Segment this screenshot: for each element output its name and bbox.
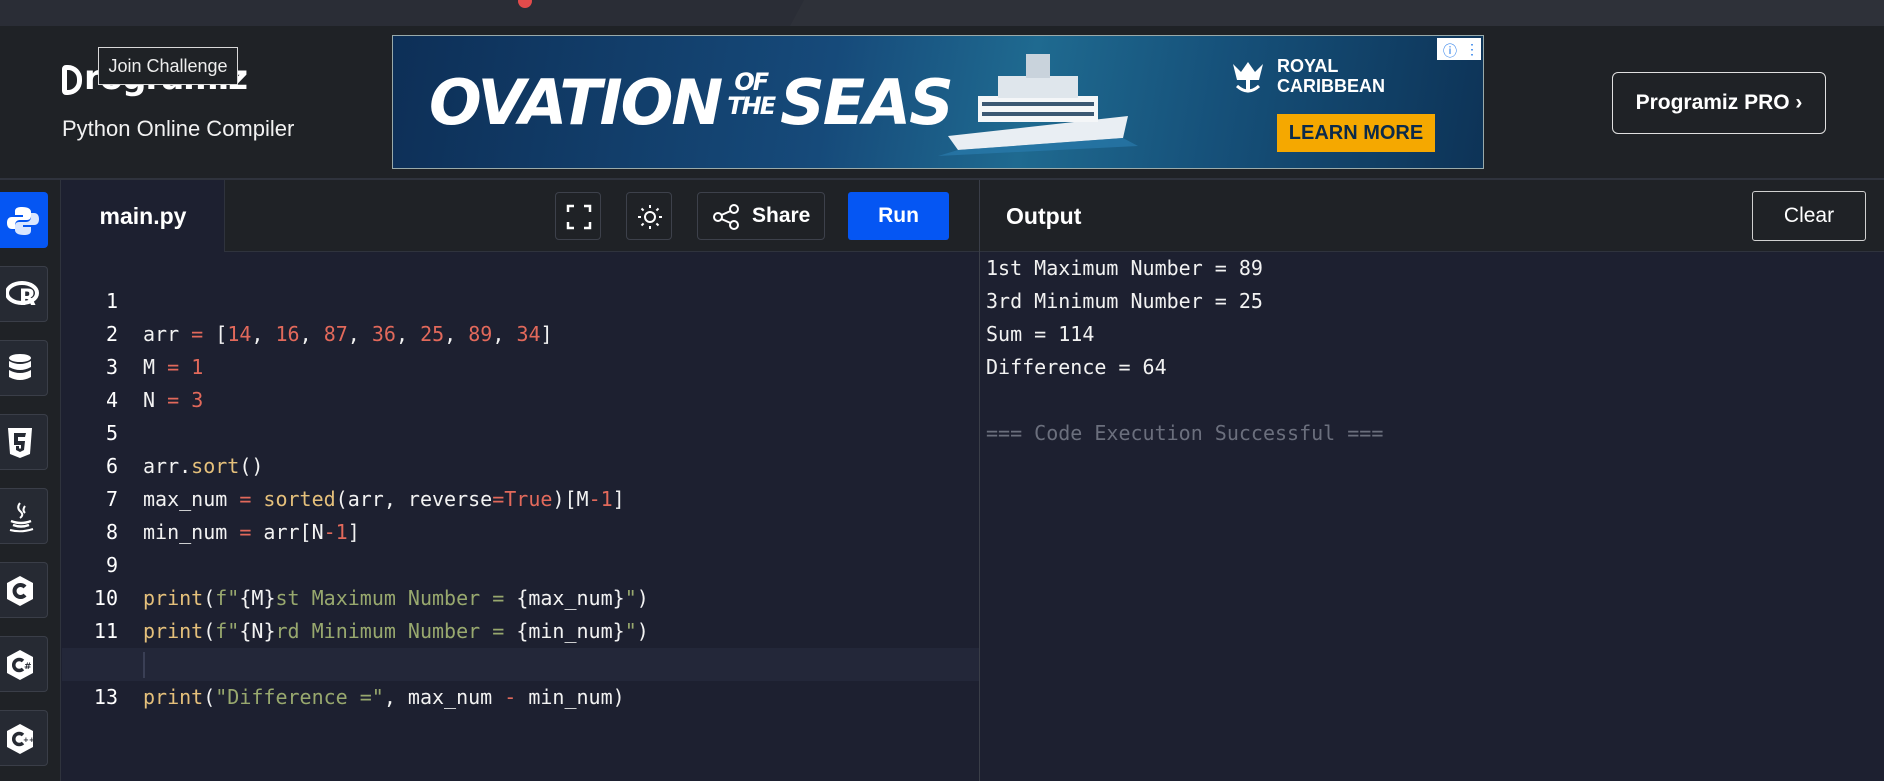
python-icon (7, 207, 39, 235)
output-line: 1st Maximum Number = 89 (986, 256, 1263, 280)
code-line: 8 (62, 483, 979, 544)
browser-tab[interactable] (790, 0, 1884, 26)
sidebar-item-c[interactable] (0, 562, 48, 618)
cplusplus-icon: ++ (7, 724, 35, 754)
code-editor[interactable]: 1 arr = [14, 16, 87, 36, 25, 89, 34] 2 M… (62, 252, 979, 781)
sidebar-item-html[interactable] (0, 414, 48, 470)
html5-icon (8, 428, 32, 458)
code-line: 11 print("Sum =", max_num + min_num) (62, 582, 979, 676)
share-label: Share (752, 204, 811, 227)
java-icon (9, 502, 34, 533)
sidebar-item-python[interactable] (0, 192, 48, 248)
svg-text:#: # (24, 662, 32, 672)
sidebar-item-cpp[interactable]: ++ (0, 710, 48, 766)
csharp-icon: # (7, 650, 33, 680)
code-line: 4 (62, 351, 979, 412)
advertisement-banner[interactable]: OVATION OF THE SEAS ROYAL CARIBBEAN LEARN M… (392, 35, 1484, 169)
output-line: Difference = 64 (986, 355, 1167, 379)
execution-status-line: === Code Execution Successful === (986, 421, 1384, 445)
text-caret (143, 652, 145, 678)
info-icon[interactable]: ⓘ (1443, 41, 1457, 61)
code-line: 1 arr = [14, 16, 87, 36, 25, 89, 34] (62, 252, 979, 346)
share-icon (713, 204, 739, 230)
sidebar-item-r[interactable]: R (0, 266, 48, 322)
code-line: 9 print(f"{M}st Maximum Number = {max_nu… (62, 516, 979, 610)
tab-main-py[interactable]: main.py (62, 180, 225, 252)
code-line: 10 print(f"{N}rd Minimum Number = {min_n… (62, 549, 979, 643)
editor-toolbar: main.py Share Run (62, 180, 979, 252)
run-button[interactable]: Run (848, 192, 949, 240)
sidebar-item-sql[interactable] (0, 340, 48, 396)
code-line-current[interactable]: 13 (62, 648, 979, 709)
fullscreen-icon (566, 204, 592, 230)
r-icon: R (6, 281, 39, 311)
code-line: 7 min_num = arr[N-1] (62, 450, 979, 544)
code-line: 5 arr.sort() (62, 384, 979, 478)
code-text: print("Difference =", max_num - min_num) (143, 685, 625, 709)
sql-database-icon (9, 354, 31, 380)
logo-p-icon (62, 64, 82, 95)
share-button[interactable]: Share (697, 192, 825, 240)
output-toolbar: Output Clear (980, 180, 1884, 252)
more-options-icon[interactable]: ⋮ (1465, 41, 1479, 58)
ad-brand: ROYAL CARIBBEAN (1233, 56, 1385, 96)
code-line: 3 N = 3 (62, 318, 979, 412)
c-icon (7, 576, 33, 606)
tab-favicon-icon (518, 0, 532, 8)
ad-headline: OVATION OF THE SEAS (429, 66, 954, 139)
svg-text:++: ++ (23, 736, 35, 744)
svg-text:R: R (19, 286, 36, 311)
output-line: 3rd Minimum Number = 25 (986, 289, 1263, 313)
output-console: 1st Maximum Number = 89 3rd Minimum Numb… (980, 252, 1884, 781)
ad-learn-more-button[interactable]: LEARN MORE (1277, 114, 1435, 152)
programiz-pro-button[interactable]: Programiz PRO › (1612, 72, 1826, 134)
join-challenge-button[interactable]: Join Challenge (98, 47, 238, 85)
site-header: rogramiz Join Challenge Python Online Co… (0, 26, 1884, 180)
line-number: 13 (93, 685, 118, 709)
code-line: 2 M = 1 (62, 285, 979, 379)
output-title: Output (1006, 203, 1082, 229)
clear-button[interactable]: Clear (1752, 191, 1866, 241)
theme-toggle-button[interactable] (626, 192, 672, 240)
fullscreen-button[interactable] (555, 192, 601, 240)
page-subtitle: Python Online Compiler (62, 116, 295, 141)
output-line: Sum = 114 (986, 322, 1095, 346)
ad-info-controls[interactable]: ⓘ ⋮ (1437, 38, 1481, 60)
sun-icon (638, 205, 662, 229)
browser-tab-strip (0, 0, 1884, 26)
cruise-ship-image (938, 54, 1138, 156)
sidebar-item-java[interactable] (0, 488, 48, 544)
sidebar-item-csharp[interactable]: # (0, 636, 48, 692)
code-line: 6 max_num = sorted(arr, reverse=True)[M-… (62, 417, 979, 511)
code-line: 12 print("Difference =", max_num - min_n… (62, 615, 979, 709)
language-sidebar: R # ++ (0, 180, 61, 781)
royal-caribbean-crown-icon (1233, 62, 1263, 93)
